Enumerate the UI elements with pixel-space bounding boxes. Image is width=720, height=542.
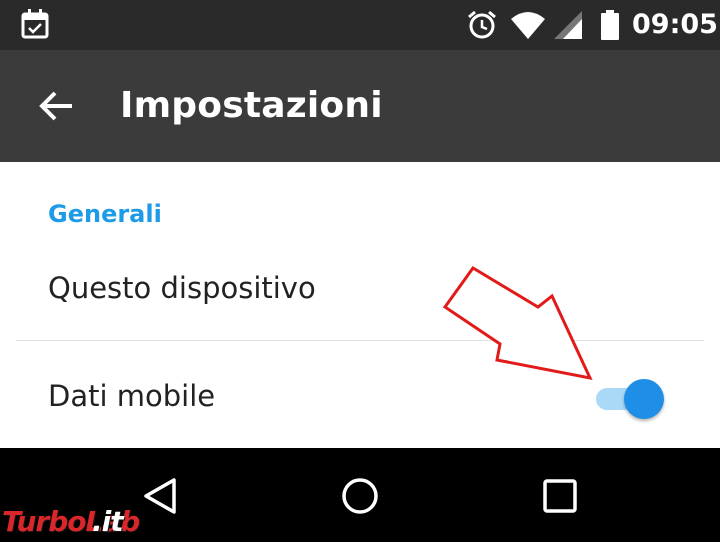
- wifi-icon: [510, 11, 546, 43]
- section-header-generali: Generali: [48, 200, 162, 228]
- watermark-domain: .it: [92, 505, 124, 538]
- toggle-thumb: [624, 379, 664, 419]
- status-time: 09:05: [632, 9, 718, 40]
- settings-list: Generali Questo dispositivo Dati mobile: [0, 162, 720, 448]
- dati-mobile-toggle[interactable]: [596, 378, 668, 419]
- turbolab-watermark: TurboLab .it: [2, 504, 182, 540]
- alarm-clock-icon: [466, 9, 498, 45]
- cell-signal-icon: [553, 10, 583, 44]
- arrow-left-icon[interactable]: [38, 88, 74, 128]
- setting-dati-mobile[interactable]: Dati mobile: [0, 342, 720, 448]
- page-title: Impostazioni: [120, 85, 383, 126]
- calendar-check-icon: [20, 8, 50, 44]
- battery-icon: [600, 10, 620, 44]
- setting-label: Questo dispositivo: [48, 271, 316, 305]
- circle-home-icon[interactable]: [340, 476, 380, 520]
- setting-questo-dispositivo[interactable]: Questo dispositivo: [0, 252, 720, 340]
- setting-label: Dati mobile: [48, 379, 216, 413]
- square-recents-icon[interactable]: [542, 478, 578, 518]
- status-bar: 09:05: [0, 0, 720, 50]
- app-bar: Impostazioni: [0, 50, 720, 162]
- divider: [16, 340, 704, 341]
